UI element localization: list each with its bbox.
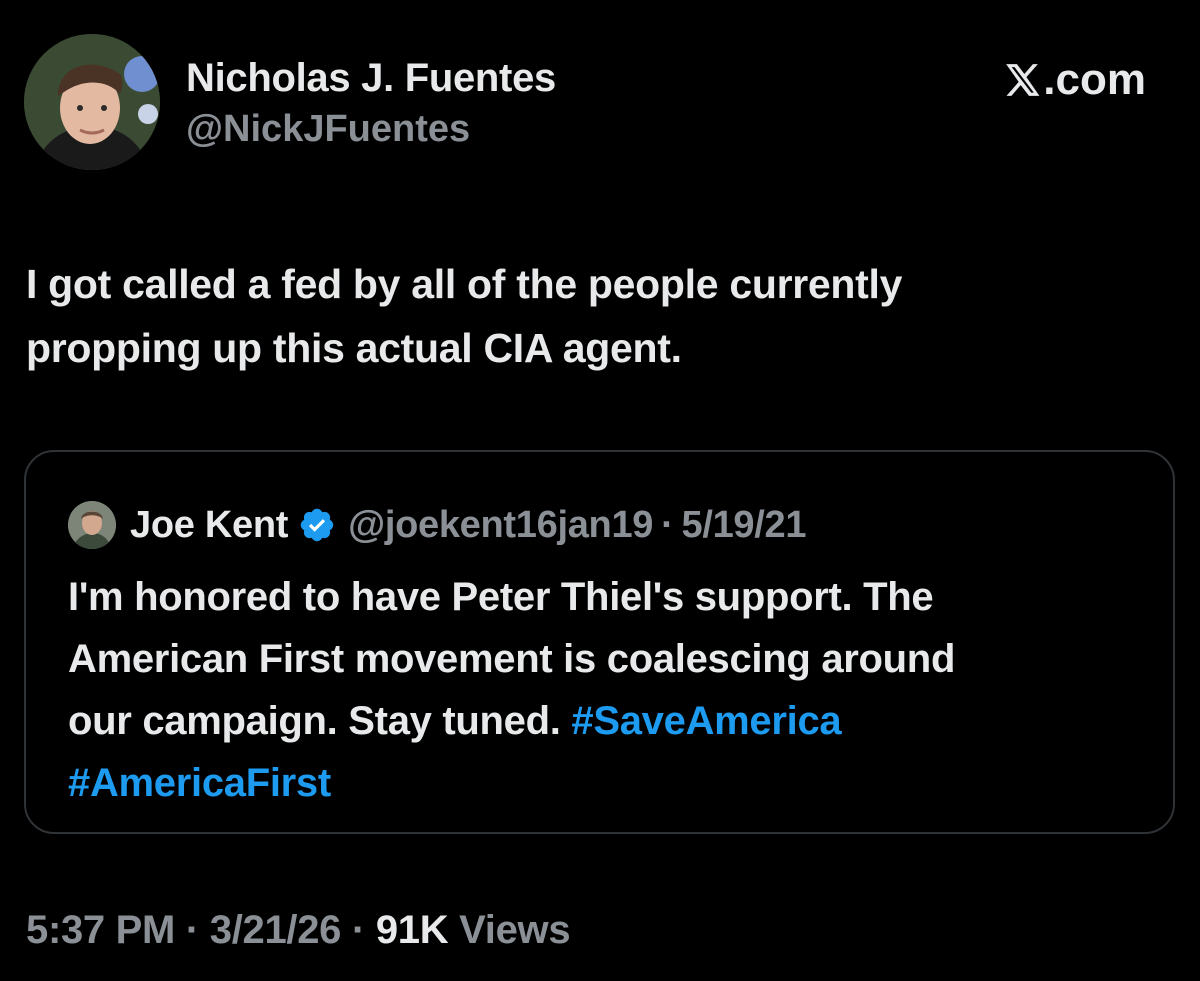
quoted-author-avatar xyxy=(68,501,116,549)
author-handle[interactable]: @NickJFuentes xyxy=(186,104,556,154)
x-logo-icon xyxy=(1006,64,1040,96)
quoted-text-line: I'm honored to have Peter Thiel's suppor… xyxy=(68,575,934,619)
quoted-text-line: American First movement is coalescing ar… xyxy=(68,637,956,681)
separator-dot: · xyxy=(351,908,365,952)
quoted-profile-photo-icon xyxy=(68,501,116,549)
brand-watermark: .com xyxy=(1003,56,1146,104)
quoted-text-plain: our campaign. Stay tuned. xyxy=(68,699,572,743)
hashtag-link[interactable]: #AmericaFirst xyxy=(68,761,331,805)
tweet-date[interactable]: 3/21/26 xyxy=(210,908,342,952)
author-avatar[interactable] xyxy=(24,34,160,170)
quoted-tweet-date[interactable]: 5/19/21 xyxy=(681,504,806,547)
tweet-text-line: I got called a fed by all of the people … xyxy=(26,261,903,307)
profile-photo-icon xyxy=(24,34,160,170)
quoted-tweet-header: Joe Kent @joekent16jan19 · 5/19/21 xyxy=(68,498,806,552)
brand-label: .com xyxy=(1043,55,1146,104)
quoted-author-handle[interactable]: @joekent16jan19 xyxy=(348,504,653,547)
quoted-tweet-text: I'm honored to have Peter Thiel's suppor… xyxy=(68,566,1158,814)
tweet-text: I got called a fed by all of the people … xyxy=(26,252,1176,380)
separator-dot: · xyxy=(185,908,199,952)
author-block: Nicholas J. Fuentes @NickJFuentes xyxy=(186,54,556,154)
tweet-metadata: 5:37 PM · 3/21/26 · 91K Views xyxy=(26,900,571,960)
tweet-text-line: propping up this actual CIA agent. xyxy=(26,325,682,371)
tweet-time[interactable]: 5:37 PM xyxy=(26,908,175,952)
hashtag-link[interactable]: #SaveAmerica xyxy=(571,699,841,743)
verified-badge-icon xyxy=(300,508,334,542)
quoted-author-name[interactable]: Joe Kent xyxy=(130,504,288,547)
quoted-text-line: our campaign. Stay tuned. #SaveAmerica xyxy=(68,690,1158,752)
quoted-tweet-card[interactable]: Joe Kent @joekent16jan19 · 5/19/21 I'm h… xyxy=(24,450,1175,834)
separator-dot: · xyxy=(661,503,674,546)
views-count: 91K xyxy=(375,908,449,952)
author-name[interactable]: Nicholas J. Fuentes xyxy=(186,54,556,102)
views-label: Views xyxy=(459,908,571,952)
tweet-header: Nicholas J. Fuentes @NickJFuentes .com xyxy=(24,34,1176,174)
quoted-text-line: #AmericaFirst xyxy=(68,752,1158,814)
